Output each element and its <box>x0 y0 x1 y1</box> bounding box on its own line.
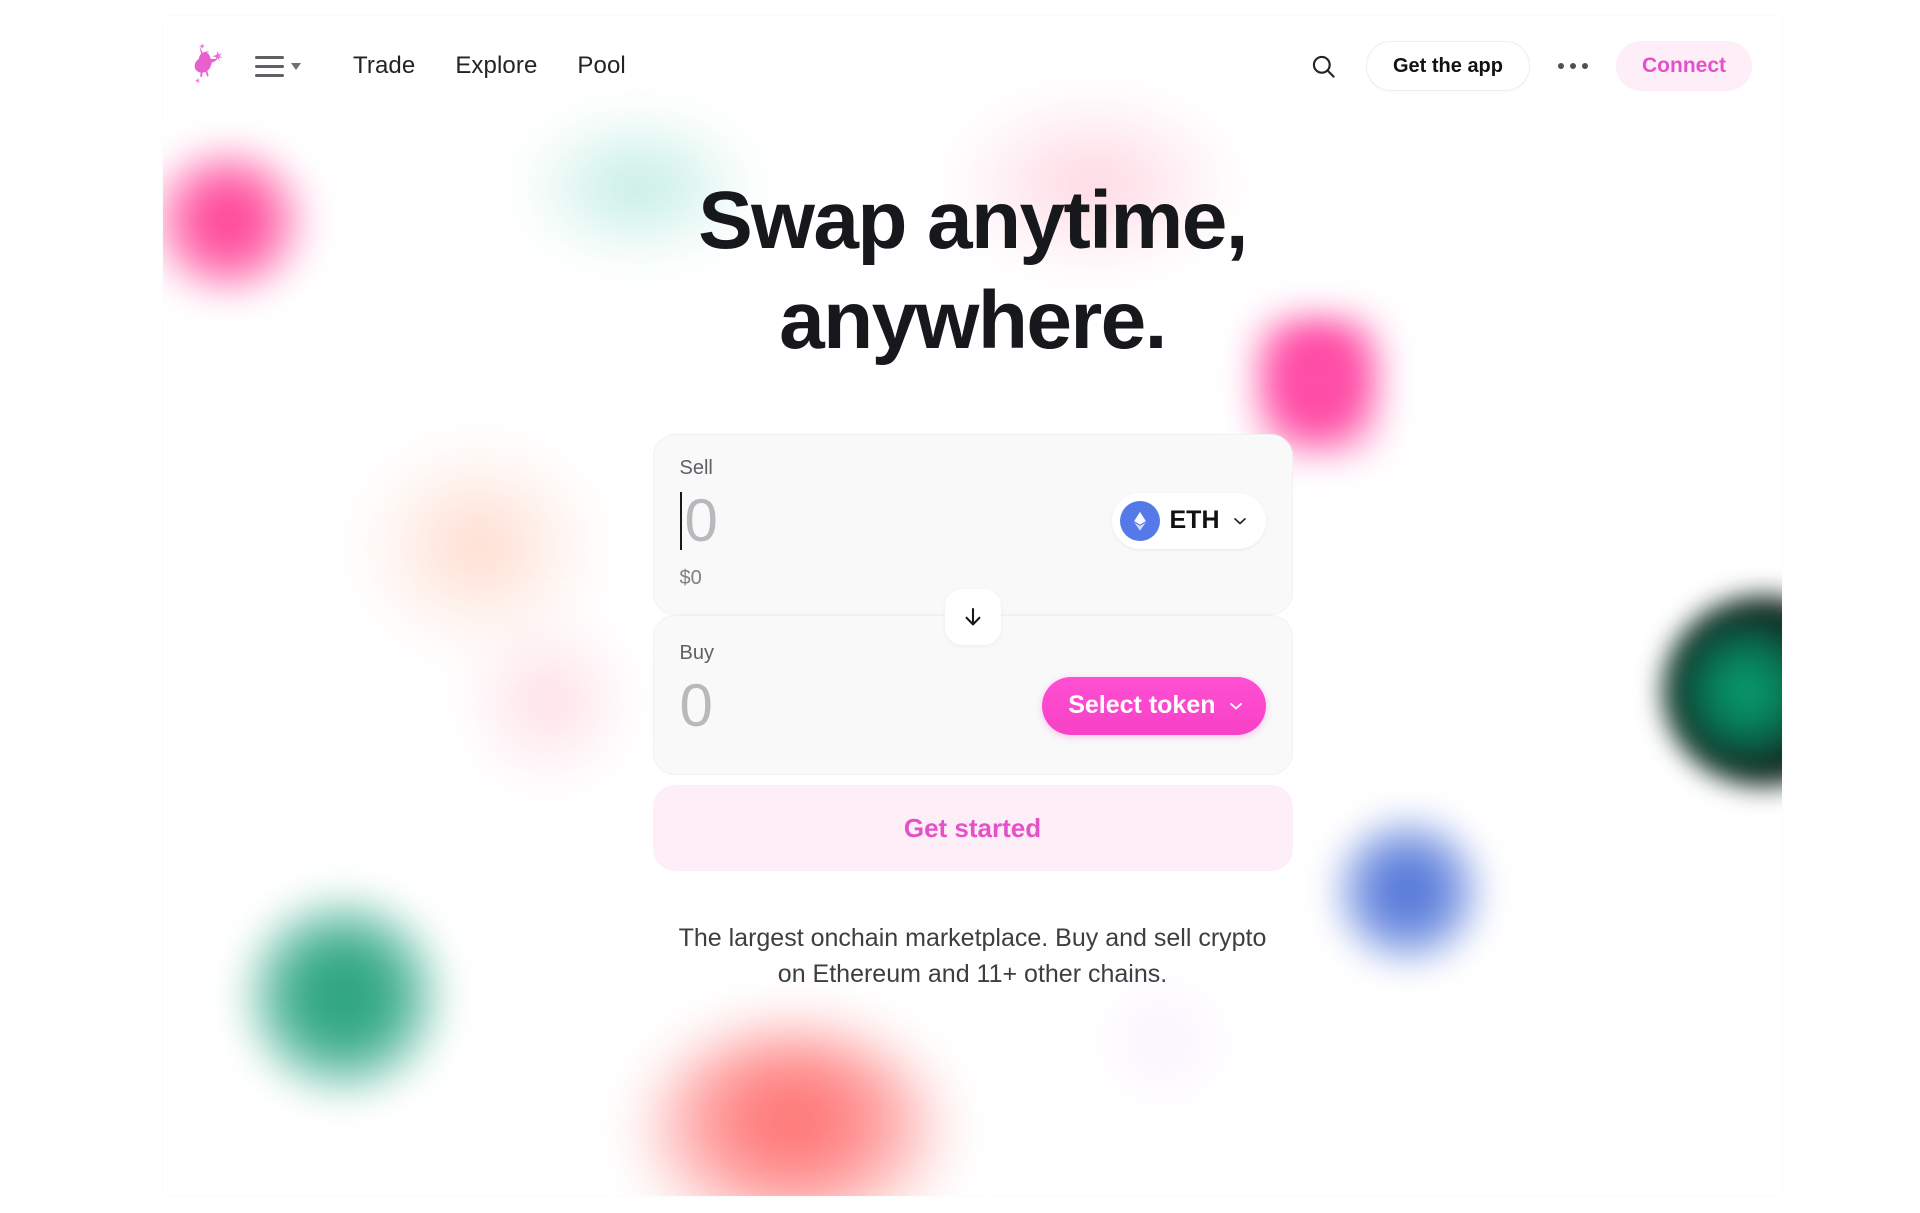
more-options-button[interactable] <box>1552 53 1594 79</box>
select-token-button[interactable]: Select token <box>1042 676 1266 735</box>
sell-amount-input[interactable]: 0 <box>679 486 718 555</box>
connect-wallet-button[interactable]: Connect <box>1616 41 1752 91</box>
blob-blue-bottom-right <box>1333 816 1483 966</box>
select-token-label: Select token <box>1068 691 1216 719</box>
primary-nav: Trade Explore Pool <box>247 46 630 86</box>
get-started-label: Get started <box>903 812 1042 843</box>
chevron-down-icon <box>1233 517 1246 524</box>
header-actions: Get the app Connect <box>1304 41 1752 91</box>
nav-links: Trade Explore Pool <box>349 46 630 86</box>
sell-fiat-value: $0 <box>679 567 702 589</box>
sell-amount-value: 0 <box>684 487 718 554</box>
sell-panel: Sell 0 ETH $0 <box>652 434 1293 615</box>
blob-dark-green-right <box>1663 596 1782 786</box>
get-the-app-button[interactable]: Get the app <box>1365 41 1530 91</box>
tagline-line-2: on Ethereum and 11+ other chains. <box>777 959 1168 988</box>
buy-label: Buy <box>679 642 714 664</box>
blob-orange-left <box>363 446 593 646</box>
nav-link-pool[interactable]: Pool <box>573 46 629 86</box>
tagline-line-1: The largest onchain marketplace. Buy and… <box>678 924 1267 952</box>
nav-link-trade[interactable]: Trade <box>349 46 419 86</box>
more-horizontal-icon <box>1558 63 1564 69</box>
blob-red-bottom <box>643 1026 943 1196</box>
sell-token-symbol: ETH <box>1169 506 1220 534</box>
hamburger-menu-icon <box>255 55 284 77</box>
caret-down-icon <box>291 62 301 70</box>
screenshot-canvas: Trade Explore Pool Get the app Connect S… <box>0 0 1920 1213</box>
nav-link-explore[interactable]: Explore <box>451 46 541 86</box>
search-icon <box>1313 55 1336 78</box>
buy-amount-input[interactable]: 0 <box>679 671 713 740</box>
arrow-down-icon <box>965 607 980 626</box>
search-button[interactable] <box>1304 46 1344 86</box>
sell-label: Sell <box>679 457 713 479</box>
ethereum-icon <box>1119 500 1160 541</box>
text-cursor <box>679 491 682 550</box>
app-header: Trade Explore Pool Get the app Connect <box>163 16 1782 116</box>
blob-lilac-bottom <box>1093 976 1233 1106</box>
get-started-button[interactable]: Get started <box>652 785 1293 871</box>
more-dot-3 <box>1582 63 1588 69</box>
hero-line-2: anywhere. <box>779 275 1167 367</box>
page-title: Swap anytime, anywhere. <box>163 171 1782 371</box>
unicorn-logo[interactable] <box>177 35 239 97</box>
swap-card: Sell 0 ETH $0 Buy 0 Select token Get sta… <box>652 434 1293 871</box>
connect-label: Connect <box>1642 54 1726 77</box>
sell-token-selector[interactable]: ETH <box>1111 492 1266 549</box>
hero-line-1: Swap anytime, <box>698 175 1248 266</box>
blob-green-bottom-left <box>243 896 443 1096</box>
uniswap-app-page: Trade Explore Pool Get the app Connect S… <box>163 16 1782 1196</box>
hero-section: Swap anytime, anywhere. <box>163 171 1782 371</box>
buy-amount-value: 0 <box>679 672 713 739</box>
more-dot-2 <box>1570 63 1576 69</box>
buy-row: 0 Select token <box>680 671 1266 740</box>
switch-direction-button[interactable] <box>944 589 1001 645</box>
blob-pink-mid-left <box>463 616 633 786</box>
get-the-app-label: Get the app <box>1392 54 1503 77</box>
hamburger-menu-button[interactable] <box>247 50 309 83</box>
chevron-down-icon <box>1229 702 1242 709</box>
sell-row: 0 ETH <box>679 486 1266 555</box>
tagline: The largest onchain marketplace. Buy and… <box>613 921 1333 992</box>
